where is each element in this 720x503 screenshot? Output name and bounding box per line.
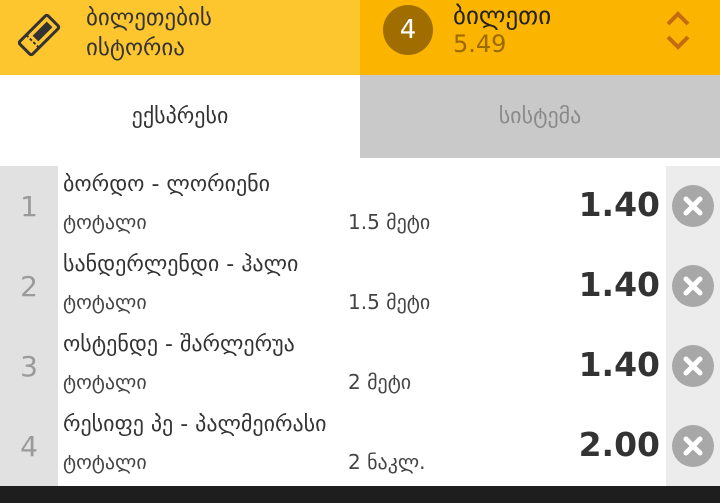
remove-bet-button[interactable] <box>666 166 720 246</box>
bet-row: 4 რესიფე პე - პალმეირასი ტოტალი 2 ნაკლ. … <box>0 406 720 486</box>
bet-odds: 1.40 <box>578 185 660 224</box>
close-icon <box>672 265 714 307</box>
list-spacer <box>0 158 720 166</box>
remove-bet-button[interactable] <box>666 326 720 406</box>
bet-details: რესიფე პე - პალმეირასი ტოტალი 2 ნაკლ. 2.… <box>58 406 666 486</box>
ticket-history-button[interactable]: ბილეთების ისტორია <box>0 0 360 75</box>
market-name: ტოტალი <box>63 450 147 474</box>
bet-number: 2 <box>0 246 58 326</box>
bet-odds: 1.40 <box>578 345 660 384</box>
bet-details: ოსტენდე - შარლერუა ტოტალი 2 მეტი 1.40 <box>58 326 666 406</box>
match-name: რესიფე პე - პალმეირასი <box>63 412 327 437</box>
bet-count-badge: 4 <box>383 5 433 55</box>
ticket-icon <box>17 13 61 57</box>
bet-odds: 1.40 <box>578 265 660 304</box>
bottom-bar <box>0 486 720 503</box>
bet-slip-toggle[interactable]: 4 ბილეთი 5.49 <box>360 0 720 75</box>
market-line: 2 მეტი <box>348 370 412 394</box>
market-name: ტოტალი <box>63 370 147 394</box>
close-icon <box>672 345 714 387</box>
close-icon <box>672 425 714 467</box>
tab-express[interactable]: ექსპრესი <box>0 75 360 158</box>
bet-number: 1 <box>0 166 58 246</box>
match-name: სანდერლენდი - ჰალი <box>63 252 299 277</box>
bet-details: ბორდო - ლორიენი ტოტალი 1.5 მეტი 1.40 <box>58 166 666 246</box>
chevron-up-icon[interactable] <box>665 9 691 27</box>
tab-system[interactable]: სისტემა <box>360 75 720 158</box>
close-icon <box>672 185 714 227</box>
market-name: ტოტალი <box>63 290 147 314</box>
chevron-down-icon[interactable] <box>665 34 691 52</box>
bet-slip-title: ბილეთი <box>453 1 552 30</box>
remove-bet-button[interactable] <box>666 246 720 326</box>
market-name: ტოტალი <box>63 210 147 234</box>
total-odds: 5.49 <box>453 30 507 58</box>
header: ბილეთების ისტორია 4 ბილეთი 5.49 <box>0 0 720 75</box>
ticket-history-label: ბილეთების ისტორია <box>86 5 212 61</box>
bet-number: 3 <box>0 326 58 406</box>
bet-row: 1 ბორდო - ლორიენი ტოტალი 1.5 მეტი 1.40 <box>0 166 720 246</box>
bet-row: 3 ოსტენდე - შარლერუა ტოტალი 2 მეტი 1.40 <box>0 326 720 406</box>
bet-number: 4 <box>0 406 58 486</box>
market-line: 1.5 მეტი <box>348 210 431 234</box>
bet-type-tabs: ექსპრესი სისტემა <box>0 75 720 158</box>
match-name: ბორდო - ლორიენი <box>63 172 271 197</box>
match-name: ოსტენდე - შარლერუა <box>63 332 295 357</box>
market-line: 1.5 მეტი <box>348 290 431 314</box>
bet-details: სანდერლენდი - ჰალი ტოტალი 1.5 მეტი 1.40 <box>58 246 666 326</box>
bet-row: 2 სანდერლენდი - ჰალი ტოტალი 1.5 მეტი 1.4… <box>0 246 720 326</box>
bet-odds: 2.00 <box>578 425 660 464</box>
market-line: 2 ნაკლ. <box>348 450 426 474</box>
remove-bet-button[interactable] <box>666 406 720 486</box>
